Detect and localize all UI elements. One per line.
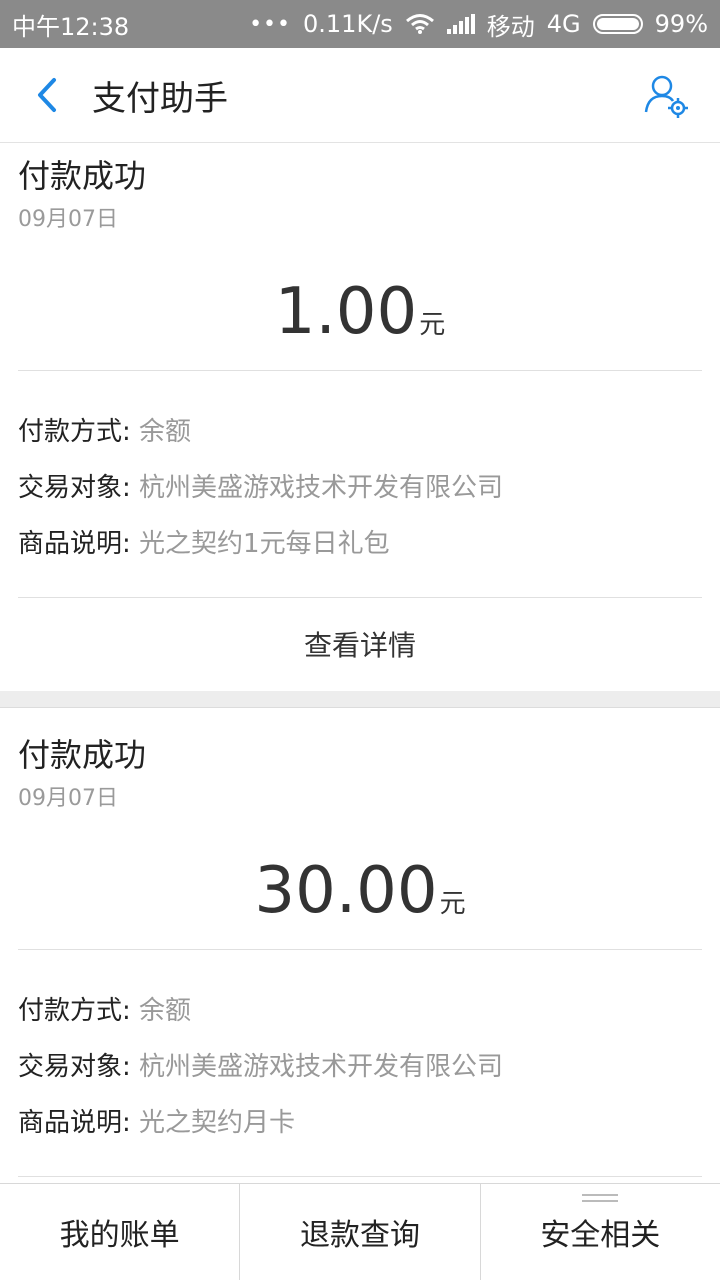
amount-value: 30.00 [254,854,438,928]
status-dots: ••• [249,11,292,37]
payment-status: 付款成功 [18,157,147,195]
back-button[interactable] [12,48,82,143]
row-label: 商品说明: [18,1108,131,1138]
app-header: 支付助手 [0,48,720,143]
detail-row-item: 商品说明: 光之契约月卡 [18,1102,295,1139]
battery-icon [592,14,643,34]
row-label: 交易对象: [18,1052,131,1082]
payment-status: 付款成功 [18,736,147,774]
menu-lines-icon [582,1194,619,1204]
row-value: 杭州美盛游戏技术开发有限公司 [139,1052,504,1082]
carrier: 移动 [486,12,535,41]
amount-value: 1.00 [274,275,418,349]
payment-amount: 30.00元 [0,854,720,928]
row-value: 余额 [139,996,192,1026]
detail-row-method: 付款方式: 余额 [18,411,191,448]
status-indicators: ••• 0.11K/s 移动 4G 99% [249,7,708,42]
row-value: 光之契约月卡 [139,1108,296,1138]
tab-my-bills[interactable]: 我的账单 [0,1184,239,1280]
page-title: 支付助手 [92,78,228,119]
user-settings-button[interactable] [642,72,692,122]
bottom-tab-bar: 我的账单 退款查询 安全相关 [0,1183,720,1280]
payment-date: 09月07日 [18,207,118,232]
row-label: 交易对象: [18,473,131,503]
payment-list[interactable]: 付款成功 09月07日 1.00元 付款方式: 余额 交易对象: 杭州美盛游戏技… [0,143,720,1183]
network-speed: 0.11K/s [303,10,393,38]
tab-label: 安全相关 [540,1218,661,1253]
payment-date: 09月07日 [18,786,118,811]
row-label: 商品说明: [18,529,131,559]
status-bar: 中午12:38 ••• 0.11K/s 移动 4G 99% [0,0,720,48]
detail-row-merchant: 交易对象: 杭州美盛游戏技术开发有限公司 [18,1046,503,1083]
payment-card: 付款成功 09月07日 1.00元 付款方式: 余额 交易对象: 杭州美盛游戏技… [0,143,720,691]
tab-refund-query[interactable]: 退款查询 [239,1184,479,1280]
detail-row-method: 付款方式: 余额 [18,990,191,1027]
row-label: 付款方式: [18,417,131,447]
signal-icon [446,14,475,34]
tab-security[interactable]: 安全相关 [479,1184,720,1280]
amount-unit: 元 [419,310,446,340]
divider [18,949,702,950]
row-value: 光之契约1元每日礼包 [139,529,390,559]
view-details-button[interactable]: 查看详情 [0,598,720,690]
divider [18,1176,702,1177]
network-type: 4G [546,10,581,38]
payment-amount: 1.00元 [0,275,720,349]
row-value: 余额 [139,417,192,447]
wifi-icon [405,13,435,35]
detail-row-merchant: 交易对象: 杭州美盛游戏技术开发有限公司 [18,467,503,504]
divider [18,370,702,371]
user-settings-icon [644,75,688,118]
row-label: 付款方式: [18,996,131,1026]
amount-unit: 元 [439,889,466,919]
payment-card: 付款成功 09月07日 30.00元 付款方式: 余额 交易对象: 杭州美盛游戏… [0,707,720,1183]
status-time: 中午12:38 [12,12,130,41]
chevron-left-icon [38,78,56,112]
detail-row-item: 商品说明: 光之契约1元每日礼包 [18,523,390,560]
row-value: 杭州美盛游戏技术开发有限公司 [139,473,504,503]
battery-level: 99% [654,10,708,38]
